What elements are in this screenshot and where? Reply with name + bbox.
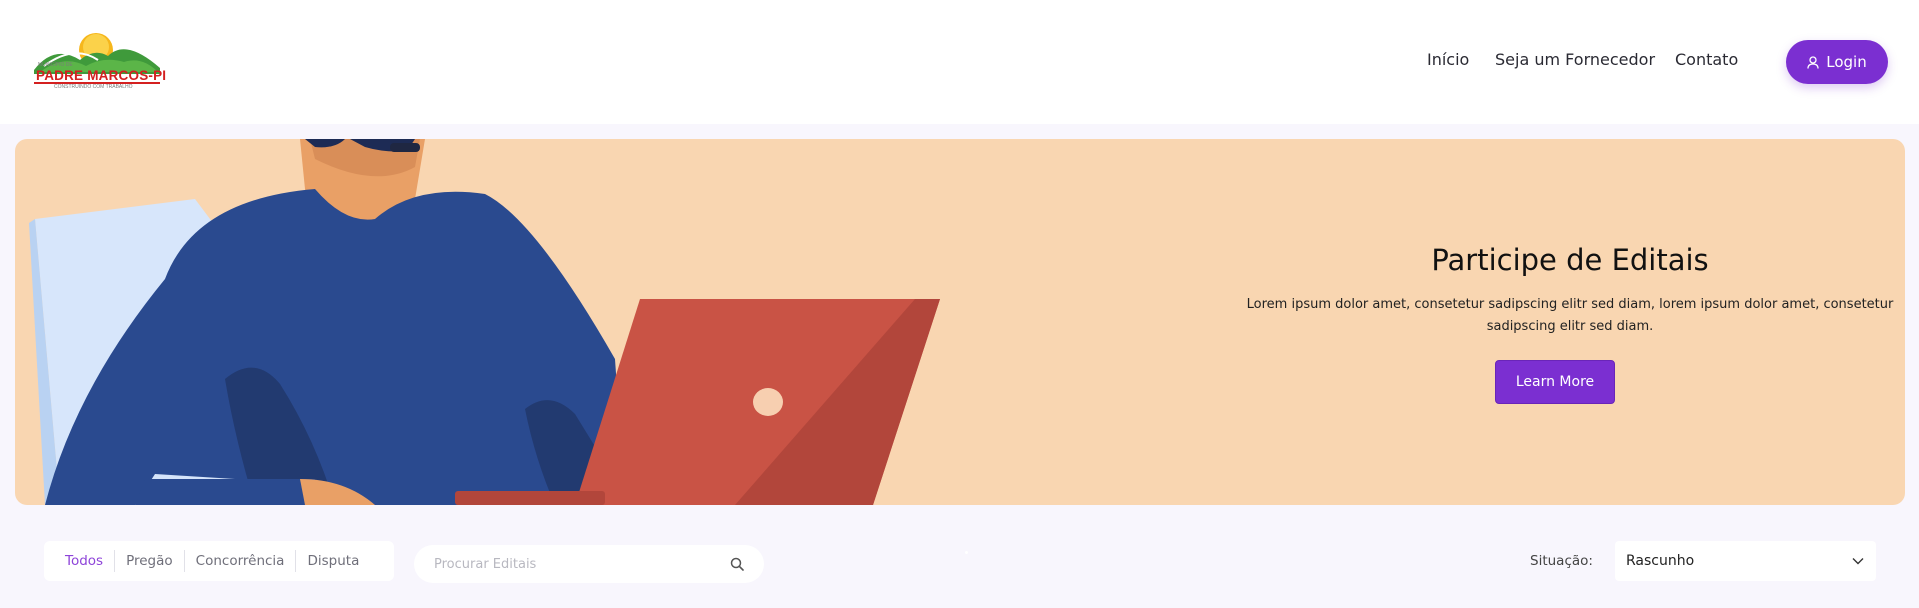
tab-todos[interactable]: Todos	[65, 550, 114, 572]
nav-link-contato[interactable]: Contato	[1675, 50, 1738, 69]
site-header: MUNICÍPIO DE PADRE MARCOS-PI CONSTRUINDO…	[0, 0, 1919, 124]
hero-description: Lorem ipsum dolor amet, consetetur sadip…	[1246, 297, 1894, 334]
search-icon[interactable]	[730, 557, 744, 571]
chevron-down-icon	[1852, 558, 1864, 565]
logo[interactable]: MUNICÍPIO DE PADRE MARCOS-PI CONSTRUINDO…	[34, 30, 167, 94]
situacao-select[interactable]: Rascunho	[1615, 541, 1876, 581]
nav-link-seja-um-fornecedor[interactable]: Seja um Fornecedor	[1495, 50, 1655, 69]
learn-more-button[interactable]: Learn More	[1495, 360, 1615, 404]
logo-subtitle: CONSTRUINDO COM TRABALHO	[54, 84, 133, 90]
person-with-laptop-illustration	[29, 139, 940, 505]
decorative-dot	[965, 551, 968, 554]
hero-title: Participe de Editais	[1431, 243, 1709, 277]
search-input[interactable]	[434, 556, 730, 572]
login-button-label: Login	[1826, 53, 1867, 71]
situacao-label: Situação:	[1530, 553, 1593, 569]
hero-banner: Participe de Editais Lorem ipsum dolor a…	[15, 139, 1905, 505]
logo-name: PADRE MARCOS-PI	[36, 68, 167, 83]
tab-disputa[interactable]: Disputa	[295, 550, 370, 572]
nav-link-inicio[interactable]: Início	[1427, 50, 1469, 69]
tab-concorrencia[interactable]: Concorrência	[183, 550, 296, 572]
tab-pregao[interactable]: Pregão	[114, 550, 184, 572]
category-tabs: Todos Pregão Concorrência Disputa	[44, 541, 394, 581]
search-bar	[414, 545, 764, 583]
user-icon	[1807, 55, 1819, 69]
situacao-selected-value: Rascunho	[1626, 553, 1695, 569]
login-button[interactable]: Login	[1786, 40, 1888, 84]
